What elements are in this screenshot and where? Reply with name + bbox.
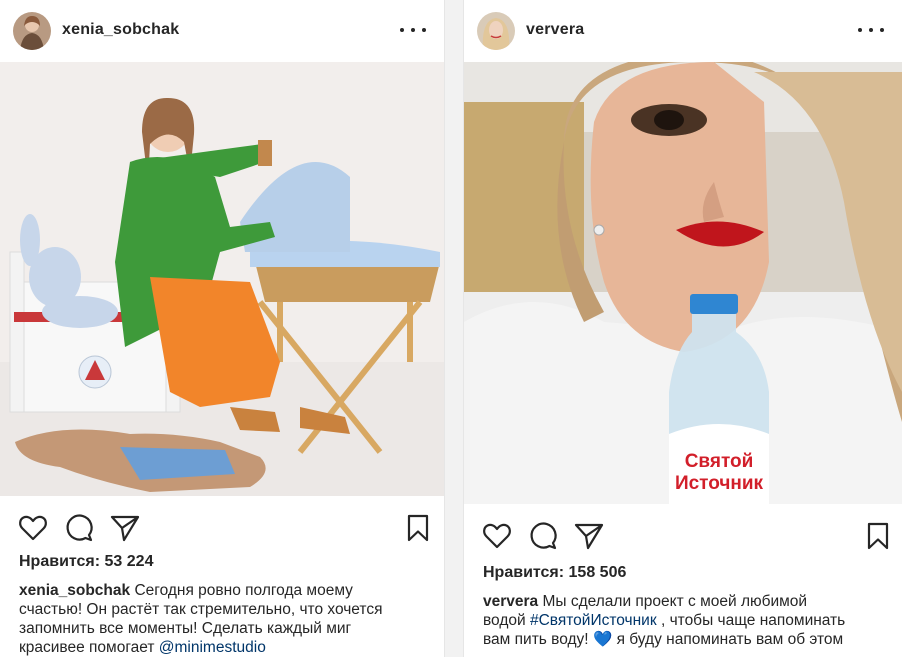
post-header: xenia_sobchak bbox=[0, 0, 444, 62]
bottle-label: Источник bbox=[675, 473, 764, 494]
caption-text: водой bbox=[483, 612, 526, 629]
likes-count[interactable]: Нравится: 158 506 bbox=[483, 564, 626, 582]
heart-outline-icon[interactable] bbox=[481, 520, 513, 552]
more-dots-icon[interactable] bbox=[400, 20, 426, 40]
comment-bubble-icon[interactable] bbox=[527, 520, 559, 552]
post-header: ververa bbox=[464, 0, 902, 62]
caption-text: счастью! Он растёт так стремительно, что… bbox=[19, 601, 383, 618]
caption-username[interactable]: xenia_sobchak bbox=[19, 582, 130, 599]
avatar[interactable] bbox=[13, 12, 51, 50]
caption-text: красивее помогает bbox=[19, 639, 155, 656]
caption-mention[interactable]: @minimestudio bbox=[159, 639, 266, 656]
feed-gutter bbox=[444, 0, 464, 657]
caption-text: Сегодня ровно полгода моему bbox=[134, 582, 353, 599]
post-photo[interactable]: Святой Источник bbox=[464, 62, 902, 504]
caption-text: Мы сделали проект с моей любимой bbox=[542, 593, 808, 610]
username[interactable]: xenia_sobchak bbox=[62, 21, 179, 39]
comment-bubble-icon[interactable] bbox=[63, 512, 95, 544]
caption-text: запомнить все моменты! Сделать каждый ми… bbox=[19, 620, 352, 637]
bottle-label: Святой bbox=[685, 451, 754, 472]
avatar[interactable] bbox=[477, 12, 515, 50]
likes-count[interactable]: Нравится: 53 224 bbox=[19, 553, 153, 571]
post-ververa: ververa Святой Источник Нравится: 158 50… bbox=[464, 0, 902, 657]
caption-text: , чтобы чаще напоминать bbox=[660, 612, 846, 629]
bookmark-icon[interactable] bbox=[402, 512, 434, 544]
bookmark-icon[interactable] bbox=[862, 520, 894, 552]
caption-hashtag[interactable]: #СвятойИсточник bbox=[530, 612, 657, 629]
heart-outline-icon[interactable] bbox=[17, 512, 49, 544]
caption-text: я буду напоминать вам об этом bbox=[616, 631, 844, 648]
post-caption: ververa Мы сделали проект с моей любимой… bbox=[483, 592, 888, 649]
blue-heart-emoji: 💙 bbox=[592, 631, 613, 648]
post-actions bbox=[464, 516, 902, 556]
username[interactable]: ververa bbox=[526, 21, 584, 39]
post-xenia-sobchak: xenia_sobchak Нравится: 53 224 xenia_sob… bbox=[0, 0, 444, 657]
more-dots-icon[interactable] bbox=[858, 20, 884, 40]
caption-text: вам пить воду! bbox=[483, 631, 589, 648]
post-caption: xenia_sobchak Сегодня ровно полгода моем… bbox=[19, 581, 430, 657]
paper-plane-icon[interactable] bbox=[573, 520, 605, 552]
post-actions bbox=[0, 508, 444, 548]
post-photo[interactable] bbox=[0, 62, 444, 496]
paper-plane-icon[interactable] bbox=[109, 512, 141, 544]
caption-username[interactable]: ververa bbox=[483, 593, 538, 610]
